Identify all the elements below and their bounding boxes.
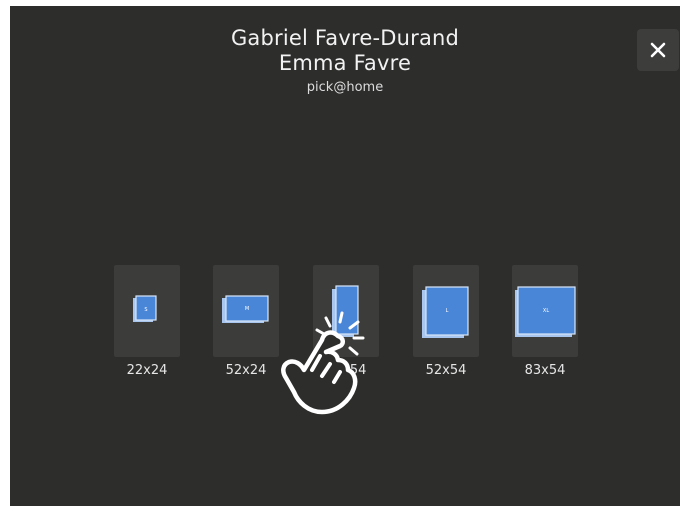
tap-hand-icon [281, 311, 365, 415]
badge-xl: XL [543, 308, 549, 314]
badge-l: L [446, 308, 449, 314]
book-tile[interactable]: S [114, 265, 180, 357]
book-option-52x54[interactable]: L 52x54 [413, 265, 481, 378]
book-option-22x24[interactable]: S 22x24 [114, 265, 182, 378]
badge-m: M [245, 306, 249, 312]
size-label: 52x54 [425, 363, 467, 378]
book-xlarge-icon: XL [515, 286, 576, 337]
book-large-icon: L [422, 286, 469, 338]
size-picker-screen: Gabriel Favre-Durand Emma Favre pick@hom… [10, 6, 680, 506]
book-small-icon: S [133, 295, 157, 322]
book-option-83x54[interactable]: XL 83x54 [512, 265, 580, 378]
size-label: 83x54 [524, 363, 566, 378]
book-tile[interactable]: XL [512, 265, 578, 357]
size-label: 22x24 [126, 363, 168, 378]
book-tile[interactable]: L [413, 265, 479, 357]
book-size-options: S 22x24 M 52x24 L 52x54 XL 83x54 [10, 6, 680, 506]
badge-s: S [144, 307, 147, 313]
